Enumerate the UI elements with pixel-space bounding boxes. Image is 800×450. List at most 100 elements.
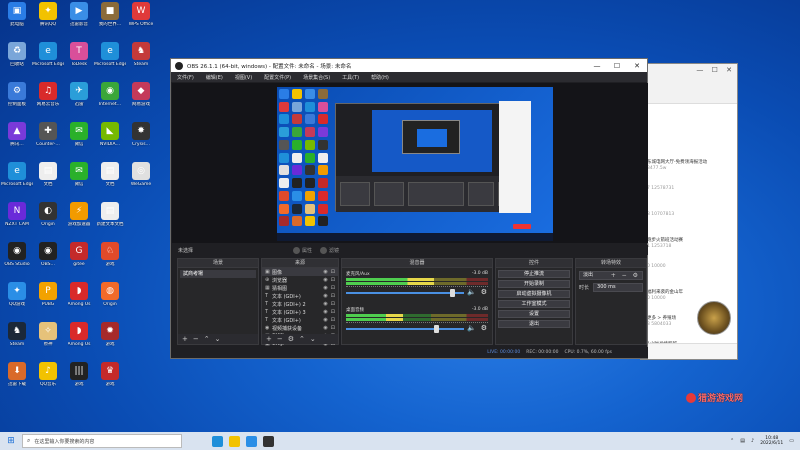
taskbar-search[interactable]: ⌕ 在这里输入你要搜索的内容 (22, 434, 182, 448)
lock-icon[interactable]: ⊡ (331, 309, 335, 315)
chat-entry[interactable]: 7 12578731 (647, 186, 733, 192)
visibility-eye-icon[interactable]: ◉ (323, 325, 327, 331)
visibility-eye-icon[interactable]: ◉ (323, 309, 327, 315)
desktop-icon[interactable]: ▤ 文档 (32, 162, 64, 196)
visibility-eye-icon[interactable]: ◉ (323, 285, 327, 291)
taskbar-app-icon[interactable] (212, 435, 223, 447)
desktop-icon[interactable]: ✉ 微信 (63, 122, 95, 156)
menu-item[interactable]: 文件(F) (177, 74, 194, 81)
control-button[interactable]: 启动虚拟摄像机 (498, 290, 570, 298)
desktop-icon[interactable]: ▣ 此电脑 (1, 2, 33, 36)
desktop-icon[interactable]: ✉ 微信 (63, 162, 95, 196)
desktop-icon[interactable]: W WPS Office (125, 2, 157, 36)
speaker-icon[interactable]: 🔈 (467, 324, 476, 332)
visibility-eye-icon[interactable]: ◉ (323, 317, 327, 323)
add-icon[interactable]: + (182, 335, 188, 343)
tray-chevron-icon[interactable]: ⌃ (730, 438, 734, 444)
desktop-icon[interactable]: ♞ Steam (125, 42, 157, 76)
taskbar-app-icon[interactable] (229, 435, 240, 447)
desktop-icon[interactable]: ◣ NVIDIA… (94, 122, 126, 156)
desktop-icon[interactable]: ✸ Crysis… (125, 122, 157, 156)
filters-button[interactable]: 滤镜 (320, 246, 339, 254)
desktop-icon[interactable]: ◍ Origin (94, 282, 126, 316)
transition-select[interactable]: 淡出 + − ⚙ (579, 271, 643, 280)
gear-icon[interactable]: ⚙ (481, 324, 487, 332)
lock-icon[interactable]: ⊡ (331, 317, 335, 323)
desktop-icon[interactable]: ♫ 网易云音乐 (32, 82, 64, 116)
desktop-icon[interactable]: ⚙ 控制面板 (1, 82, 33, 116)
lock-icon[interactable]: ⊡ (331, 269, 335, 275)
desktop-icon[interactable]: ✧ 原神 (32, 322, 64, 356)
desktop-icon[interactable]: ◎ WeGame (125, 162, 157, 196)
source-item[interactable]: T 文本 (GDI+) ◉ ⊡ (262, 292, 338, 300)
desktop-icon[interactable]: ◉ Internet… (94, 82, 126, 116)
desktop-icon[interactable]: T ToDesk (63, 42, 95, 76)
desktop-icon[interactable]: N NZXT CAM (1, 202, 33, 236)
menu-item[interactable]: 视图(V) (235, 74, 252, 81)
volume-icon[interactable]: ♪ (751, 438, 754, 444)
volume-slider-knob[interactable] (450, 289, 456, 297)
desktop-icon[interactable]: ✹ 游戏 (94, 322, 126, 356)
chat-entry[interactable]: 0 10000 (647, 264, 733, 270)
desktop-icon[interactable]: ✦ QQ游戏 (1, 282, 33, 316)
source-item[interactable]: T 文本 (GDI+) ◉ ⊡ (262, 316, 338, 324)
chat-entry[interactable]: 跑步火箭班活动赛 1 1253718 (647, 238, 733, 250)
control-button[interactable]: 设置 (498, 310, 570, 318)
visibility-eye-icon[interactable]: ◉ (323, 301, 327, 307)
remove-icon[interactable]: − (193, 335, 199, 343)
visibility-eye-icon[interactable]: ◉ (323, 277, 327, 283)
source-item[interactable]: ⊕ 浏览器 ◉ ⊡ (262, 276, 338, 284)
gear-icon[interactable]: ⚙ (481, 288, 487, 296)
menu-item[interactable]: 编辑(E) (206, 74, 223, 81)
volume-slider[interactable] (346, 328, 464, 330)
source-item[interactable]: ◉ 视频捕获设备 ◉ ⊡ (262, 324, 338, 332)
desktop-icon[interactable]: ◗ Among Us (63, 322, 95, 356)
move-up-icon[interactable]: ⌃ (299, 335, 305, 343)
menu-item[interactable]: 帮助(H) (371, 74, 389, 81)
desktop-icon[interactable]: ▤ 新建文本文档 (94, 202, 126, 236)
desktop-icon[interactable]: ◆ 网易游戏 (125, 82, 157, 116)
taskbar-app-icon[interactable] (263, 435, 274, 447)
desktop-icon[interactable]: Ggitee (63, 242, 95, 276)
desktop-icon[interactable]: ◉ OBS Studio (1, 242, 33, 276)
desktop-icon[interactable]: ⬇ 迅雷下载 (1, 362, 33, 396)
windows-start-icon[interactable]: ⊞ (0, 436, 22, 446)
desktop-icon[interactable]: ✈ 迅雷 (63, 82, 95, 116)
obs-window[interactable]: OBS 26.1.1 (64-bit, windows) - 配置文件: 未命名… (170, 58, 648, 359)
desktop-icon[interactable]: ◗ Among Us (63, 282, 95, 316)
menu-item[interactable]: 配置文件(P) (264, 74, 291, 81)
maximize-icon[interactable]: ☐ (607, 62, 627, 70)
desktop-icon[interactable]: ✚ Counter-… (32, 122, 64, 156)
clock[interactable]: 10:48 2022/6/11 (760, 436, 783, 447)
desktop-icon[interactable]: e Microsoft Edge (94, 42, 126, 76)
notifications-icon[interactable]: ▭ (789, 438, 794, 444)
volume-slider[interactable] (346, 292, 464, 294)
remove-icon[interactable]: − (277, 335, 283, 343)
speaker-icon[interactable]: 🔈 (467, 288, 476, 296)
desktop-icon[interactable]: ♞ Steam (1, 322, 33, 356)
desktop-icon[interactable]: e Microsoft Edge (32, 42, 64, 76)
properties-button[interactable]: 属性 (293, 246, 312, 254)
desktop-icon[interactable]: ◉ OBS… (32, 242, 64, 276)
desktop-icon[interactable]: ▲ 腾讯… (1, 122, 33, 156)
background-window-controls[interactable]: — ☐ ✕ (696, 66, 735, 74)
control-button[interactable]: 停止推流 (498, 270, 570, 278)
volume-slider-knob[interactable] (433, 325, 439, 333)
lock-icon[interactable]: ⊡ (331, 277, 335, 283)
duration-input[interactable]: 300 ms (593, 283, 643, 292)
preview-canvas[interactable] (277, 87, 553, 241)
lock-icon[interactable]: ⊡ (331, 293, 335, 299)
visibility-eye-icon[interactable]: ◉ (323, 293, 327, 299)
control-button[interactable]: 退出 (498, 320, 570, 328)
network-icon[interactable]: ▤ (740, 438, 745, 444)
source-item[interactable]: T 文本 (GDI+) 2 ◉ ⊡ (262, 300, 338, 308)
chat-entry[interactable]: 东城电网大厅-免费领海报活动 3477.5w (647, 160, 733, 172)
desktop-icon[interactable]: ⚡ 游戏加速器 (63, 202, 95, 236)
minimize-icon[interactable]: — (587, 62, 607, 70)
desktop-icon[interactable]: ||| 游戏 (63, 362, 95, 396)
source-item[interactable]: ▣ 图像 ◉ ⊡ (262, 268, 338, 276)
desktop-icon[interactable]: e Microsoft Edge (1, 162, 33, 196)
source-item[interactable]: T 文本 (GDI+) 3 ◉ ⊡ (262, 308, 338, 316)
desktop-icon[interactable]: ◐ Origin (32, 202, 64, 236)
desktop-icon[interactable]: ▤ 文档 (94, 162, 126, 196)
